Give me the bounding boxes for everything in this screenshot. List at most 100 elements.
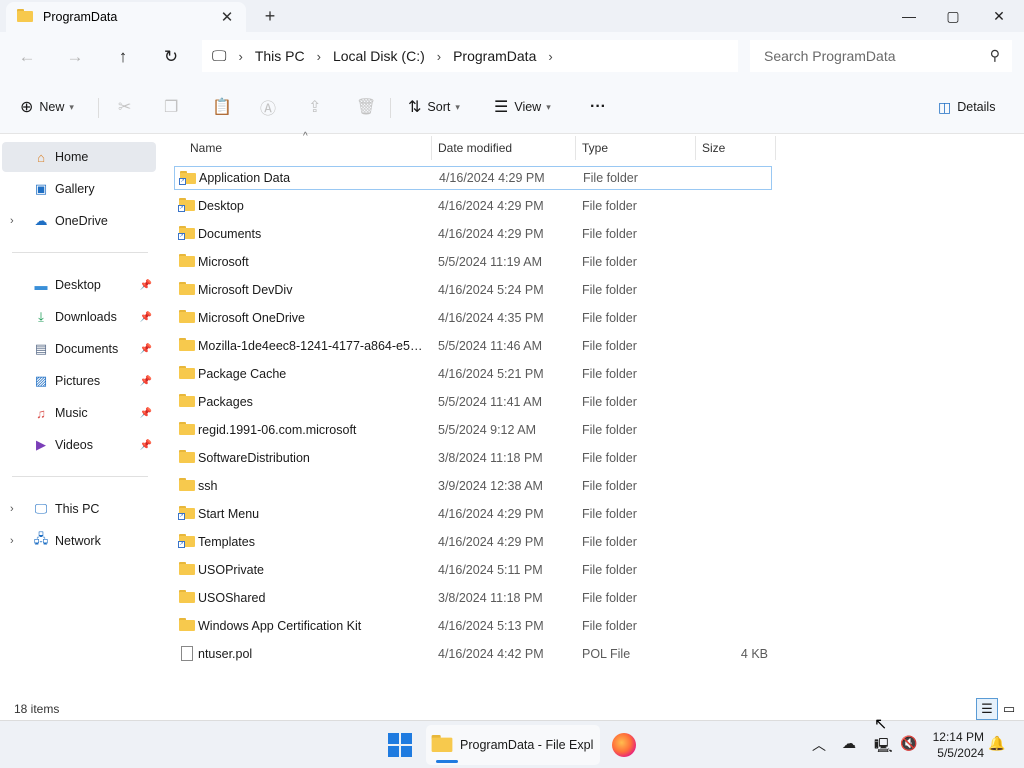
- sort-label: Sort: [427, 100, 451, 114]
- table-row[interactable]: USOPrivate 4/16/2024 5:11 PM File folder: [174, 558, 772, 582]
- rename-icon[interactable]: Ⓐ: [260, 96, 282, 118]
- breadcrumb-programdata[interactable]: ProgramData: [453, 48, 536, 64]
- sidebar-item-downloads[interactable]: ⤓ Downloads 📌: [2, 302, 156, 332]
- table-row[interactable]: ↗ Application Data 4/16/2024 4:29 PM File f…: [174, 166, 772, 190]
- table-row[interactable]: Package Cache 4/16/2024 5:21 PM File folde…: [174, 362, 772, 386]
- column-divider[interactable]: [695, 136, 696, 160]
- search-input[interactable]: Search ProgramData ⚲: [750, 40, 1012, 72]
- table-row[interactable]: ↗ Start Menu 4/16/2024 4:29 PM File folder: [174, 502, 772, 526]
- sidebar-item-label: Gallery: [55, 182, 95, 196]
- cut-icon[interactable]: ✂: [118, 96, 137, 118]
- chevron-right-icon[interactable]: ›: [10, 503, 14, 515]
- minimize-button[interactable]: —: [886, 0, 932, 32]
- table-row[interactable]: ↗ Desktop 4/16/2024 4:29 PM File folder: [174, 194, 772, 218]
- table-row[interactable]: ntuser.pol 4/16/2024 4:42 PM POL File 4 KB: [174, 642, 772, 666]
- share-icon[interactable]: ⇪: [308, 96, 327, 118]
- new-button[interactable]: ⊕ New ▾: [20, 96, 74, 118]
- pin-icon[interactable]: 📌: [140, 440, 152, 451]
- sidebar-item-network[interactable]: › 🖧 Network: [2, 526, 156, 556]
- divider: [12, 252, 148, 253]
- column-divider[interactable]: [575, 136, 576, 160]
- pin-icon[interactable]: 📌: [140, 280, 152, 291]
- refresh-icon[interactable]: ↻: [158, 44, 184, 70]
- address-bar[interactable]: 🖵 › This PC › Local Disk (C:) › ProgramD…: [202, 40, 738, 72]
- sidebar-item-music[interactable]: ♫ Music 📌: [2, 398, 156, 428]
- folder-shortcut-icon: ↗: [179, 171, 196, 185]
- column-divider[interactable]: [431, 136, 432, 160]
- table-row[interactable]: Microsoft DevDiv 4/16/2024 5:24 PM File fo…: [174, 278, 772, 302]
- table-row[interactable]: Packages 5/5/2024 11:41 AM File folder: [174, 390, 772, 414]
- column-header-date[interactable]: Date modified: [438, 134, 512, 162]
- up-arrow-icon[interactable]: ↑: [110, 44, 136, 70]
- chevron-right-icon[interactable]: ›: [548, 49, 552, 64]
- sidebar-item-this-pc[interactable]: › 🖵 This PC: [2, 494, 156, 524]
- sidebar-item-desktop[interactable]: ▬ Desktop 📌: [2, 270, 156, 300]
- new-tab-button[interactable]: +: [260, 6, 280, 26]
- chevron-right-icon[interactable]: ›: [437, 49, 441, 64]
- details-view-icon[interactable]: ☰: [976, 698, 998, 720]
- table-row[interactable]: Microsoft 5/5/2024 11:19 AM File folder: [174, 250, 772, 274]
- column-header-size[interactable]: Size: [702, 134, 725, 162]
- table-row[interactable]: Windows App Certification Kit 4/16/2024 5…: [174, 614, 772, 638]
- onedrive-offline-icon[interactable]: ☁: [842, 735, 856, 752]
- table-row[interactable]: Microsoft OneDrive 4/16/2024 4:35 PM File …: [174, 306, 772, 330]
- delete-icon[interactable]: 🗑: [356, 96, 382, 118]
- firefox-icon[interactable]: [612, 733, 636, 757]
- download-icon: ⤓: [38, 309, 44, 324]
- chevron-right-icon[interactable]: ›: [238, 49, 242, 64]
- sort-button[interactable]: ⇅ Sort ▾: [408, 96, 460, 118]
- pin-icon[interactable]: 📌: [140, 376, 152, 387]
- copy-icon[interactable]: ❐: [164, 96, 184, 118]
- table-row[interactable]: USOShared 3/8/2024 11:18 PM File folder: [174, 586, 772, 610]
- forward-arrow-icon[interactable]: →: [62, 44, 88, 70]
- chevron-right-icon[interactable]: ›: [317, 49, 321, 64]
- table-row[interactable]: Mozilla-1de4eec8-1241-4177-a864-e594e...…: [174, 334, 772, 358]
- pin-icon[interactable]: 📌: [140, 312, 152, 323]
- close-tab-icon[interactable]: ✕: [218, 8, 236, 26]
- sidebar-item-videos[interactable]: ▶ Videos 📌: [2, 430, 156, 460]
- sidebar-item-gallery[interactable]: ▣ Gallery: [2, 174, 156, 204]
- sidebar-item-home[interactable]: ⌂ Home: [2, 142, 156, 172]
- table-row[interactable]: ssh 3/9/2024 12:38 AM File folder: [174, 474, 772, 498]
- chevron-right-icon[interactable]: ›: [10, 215, 14, 227]
- file-name: Microsoft DevDiv: [198, 283, 293, 297]
- back-arrow-icon[interactable]: ←: [14, 44, 40, 70]
- close-window-button[interactable]: ✕: [976, 0, 1022, 32]
- file-name: regid.1991-06.com.microsoft: [198, 423, 357, 437]
- column-divider[interactable]: [775, 136, 776, 160]
- chevron-up-icon[interactable]: ︿: [812, 735, 826, 755]
- table-row[interactable]: SoftwareDistribution 3/8/2024 11:18 PM Fil…: [174, 446, 772, 470]
- view-button[interactable]: ☰ View ▾: [494, 96, 551, 118]
- windows-start-icon[interactable]: [388, 733, 412, 757]
- sidebar-item-pictures[interactable]: ▨ Pictures 📌: [2, 366, 156, 396]
- sidebar-item-documents[interactable]: ▤ Documents 📌: [2, 334, 156, 364]
- column-header-type[interactable]: Type: [582, 134, 608, 162]
- maximize-button[interactable]: ▢: [930, 0, 976, 32]
- volume-muted-icon[interactable]: 🔇: [900, 735, 917, 752]
- tiles-view-icon[interactable]: ▭: [998, 698, 1020, 720]
- gallery-icon: ▣: [34, 181, 48, 196]
- table-row[interactable]: ↗ Documents 4/16/2024 4:29 PM File folder: [174, 222, 772, 246]
- column-header-name[interactable]: Name: [190, 134, 222, 162]
- folder-shortcut-icon: ↗: [178, 506, 195, 520]
- paste-icon[interactable]: 📋: [212, 96, 238, 118]
- taskbar-file-explorer[interactable]: ProgramData - File Expl: [426, 725, 600, 765]
- network-icon: 🖧: [33, 531, 49, 546]
- details-button[interactable]: ◫ Details: [938, 96, 995, 118]
- notification-bell-icon[interactable]: 🔔: [988, 735, 1005, 752]
- tab-programdata[interactable]: ProgramData ✕: [6, 2, 246, 32]
- table-row[interactable]: ↗ Templates 4/16/2024 4:29 PM File folder: [174, 530, 772, 554]
- sidebar-item-onedrive[interactable]: › ☁ OneDrive: [2, 206, 156, 236]
- pin-icon[interactable]: 📌: [140, 344, 152, 355]
- folder-icon: [179, 254, 195, 268]
- more-options-button[interactable]: ···: [590, 96, 606, 118]
- breadcrumb-this-pc[interactable]: This PC: [255, 48, 305, 64]
- breadcrumb-local-disk[interactable]: Local Disk (C:): [333, 48, 425, 64]
- file-icon: [179, 646, 195, 661]
- network-icon[interactable]: 🖳: [874, 735, 893, 759]
- system-clock[interactable]: 12:14 PM 5/5/2024: [920, 729, 984, 761]
- chevron-right-icon[interactable]: ›: [10, 535, 14, 547]
- pin-icon[interactable]: 📌: [140, 408, 152, 419]
- status-bar: 18 items ☰ ▭: [0, 698, 1024, 720]
- table-row[interactable]: regid.1991-06.com.microsoft 5/5/2024 9:12…: [174, 418, 772, 442]
